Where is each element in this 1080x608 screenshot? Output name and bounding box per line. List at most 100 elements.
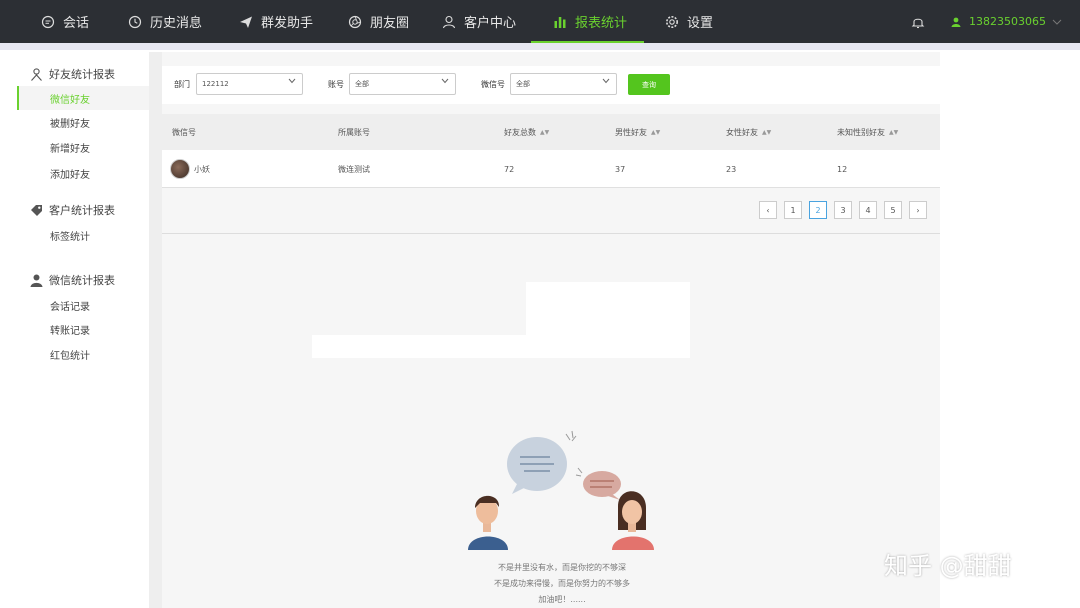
wechat-select[interactable]: 全部	[510, 73, 617, 95]
sidebar-group-wechat[interactable]: 微信统计报表	[17, 269, 149, 291]
nav-moments[interactable]: 朋友圈	[347, 0, 409, 43]
col-unknown[interactable]: 未知性别好友 ▲▼	[837, 114, 898, 150]
sidebar-divider	[149, 52, 162, 608]
sidebar-item-add-friends[interactable]: 添加好友	[17, 161, 149, 185]
bar-chart-icon	[552, 14, 568, 30]
sidebar-item-label: 红包统计	[50, 350, 90, 362]
col-wechat: 微信号	[172, 114, 196, 150]
sidebar-item-label: 微信好友	[50, 94, 90, 106]
col-account-label: 所属账号	[338, 127, 370, 137]
page-1-button[interactable]: 1	[784, 201, 802, 219]
col-female-label: 女性好友	[726, 127, 758, 137]
nav-chat-label: 会话	[63, 16, 90, 31]
col-account: 所属账号	[338, 114, 370, 150]
sort-icon[interactable]: ▲▼	[762, 129, 771, 136]
col-unknown-label: 未知性别好友	[837, 127, 885, 137]
col-female[interactable]: 女性好友 ▲▼	[726, 114, 771, 150]
overlay-patch	[526, 282, 690, 358]
query-button[interactable]: 查询	[628, 74, 670, 95]
sidebar-item-wechat-friends[interactable]: 微信好友	[17, 86, 149, 110]
page-3-button[interactable]: 3	[834, 201, 852, 219]
chat-icon	[40, 14, 56, 30]
clock-icon	[127, 14, 143, 30]
col-total[interactable]: 好友总数 ▲▼	[504, 114, 549, 150]
cell-unknown-value: 12	[837, 164, 848, 174]
page-4-button[interactable]: 4	[859, 201, 877, 219]
page-5-button[interactable]: 5	[884, 201, 902, 219]
sidebar: 好友统计报表 微信好友 被删好友 新增好友 添加好友 客户统计报表 标签统计 微…	[17, 52, 149, 608]
sidebar-item-label: 添加好友	[50, 169, 90, 181]
empty-line-2: 不是成功来得慢，而是你努力的不够多	[494, 579, 630, 588]
sidebar-group-friends[interactable]: 好友统计报表	[17, 63, 149, 85]
empty-state-illustration	[462, 428, 662, 552]
account-select[interactable]: 全部	[349, 73, 456, 95]
col-male[interactable]: 男性好友 ▲▼	[615, 114, 660, 150]
person-icon	[29, 67, 43, 81]
cell-wechat: 小妖	[170, 150, 210, 188]
overlay-patch	[312, 335, 526, 358]
nav-broadcast-label: 群发助手	[261, 16, 314, 31]
sidebar-item-new-friends[interactable]: 新增好友	[17, 135, 149, 159]
nav-reports[interactable]: 报表统计	[552, 0, 627, 43]
gear-icon	[664, 14, 680, 30]
nav-settings[interactable]: 设置	[664, 0, 713, 43]
sidebar-item-label: 被删好友	[50, 118, 90, 130]
sidebar-item-chat-records[interactable]: 会话记录	[17, 293, 149, 317]
nav-customer[interactable]: 客户中心	[441, 0, 516, 43]
avatar	[170, 159, 190, 179]
nav-moments-label: 朋友圈	[370, 16, 410, 31]
sidebar-item-tag-stats[interactable]: 标签统计	[17, 223, 149, 247]
table-row[interactable]: 小妖 微连测试 72 37 23 12	[162, 150, 940, 188]
cell-total-value: 72	[504, 164, 515, 174]
user-phone: 13823503065	[969, 15, 1046, 28]
table-header: 微信号 所属账号 好友总数 ▲▼ 男性好友 ▲▼ 女性好友 ▲▼ 未知性别好友 ▲▼	[162, 114, 940, 150]
col-total-label: 好友总数	[504, 127, 536, 137]
sidebar-item-label: 新增好友	[50, 143, 90, 155]
next-page-button[interactable]: ›	[909, 201, 927, 219]
sidebar-group-friends-label: 好友统计报表	[49, 68, 115, 81]
page-2-button[interactable]: 2	[809, 201, 827, 219]
dept-select[interactable]: 122112	[196, 73, 303, 95]
empty-line-3: 加油吧！......	[538, 595, 586, 604]
nav-broadcast[interactable]: 群发助手	[238, 0, 313, 43]
user-solid-icon	[950, 14, 962, 30]
col-male-label: 男性好友	[615, 127, 647, 137]
sidebar-item-transfer-records[interactable]: 转账记录	[17, 317, 149, 341]
sidebar-group-wechat-label: 微信统计报表	[49, 274, 115, 287]
pagination: ‹ 1 2 3 4 5 ›	[162, 189, 940, 234]
chevron-down-icon	[288, 78, 296, 86]
chevron-down-icon	[602, 78, 610, 86]
dept-label: 部门	[174, 80, 190, 89]
wechat-label: 微信号	[481, 80, 505, 89]
cell-female: 23	[726, 150, 736, 188]
prev-page-button[interactable]: ‹	[759, 201, 777, 219]
notification-bell[interactable]	[910, 0, 933, 43]
sidebar-item-deleted-friends[interactable]: 被删好友	[17, 110, 149, 134]
person-solid-icon	[29, 273, 43, 287]
empty-state-text: 不是井里没有水，而是你挖的不够深 不是成功来得慢，而是你努力的不够多 加油吧！.…	[462, 560, 662, 608]
empty-line-1: 不是井里没有水，而是你挖的不够深	[498, 563, 626, 572]
sort-icon[interactable]: ▲▼	[651, 129, 660, 136]
send-icon	[238, 14, 254, 30]
account-select-value: 全部	[355, 80, 369, 88]
nav-history[interactable]: 历史消息	[127, 0, 202, 43]
nav-settings-label: 设置	[687, 16, 714, 31]
cell-unknown: 12	[837, 150, 847, 188]
nav-history-label: 历史消息	[150, 16, 203, 31]
tag-icon	[29, 203, 43, 217]
sort-icon[interactable]: ▲▼	[540, 129, 549, 136]
nav-chat[interactable]: 会话	[40, 0, 89, 43]
cell-male-value: 37	[615, 164, 626, 174]
wechat-select-value: 全部	[516, 80, 530, 88]
sidebar-group-customers[interactable]: 客户统计报表	[17, 199, 149, 221]
user-account-menu[interactable]: 13823503065	[950, 0, 1062, 43]
cell-male: 37	[615, 150, 625, 188]
watermark: 知乎 @甜甜	[884, 552, 1012, 580]
sidebar-item-redpacket-stats[interactable]: 红包统计	[17, 342, 149, 366]
sidebar-item-label: 转账记录	[50, 325, 90, 337]
sidebar-item-label: 会话记录	[50, 301, 90, 313]
bell-icon	[910, 14, 926, 30]
sort-icon[interactable]: ▲▼	[889, 129, 898, 136]
chevron-down-icon	[441, 78, 449, 86]
user-icon	[441, 14, 457, 30]
